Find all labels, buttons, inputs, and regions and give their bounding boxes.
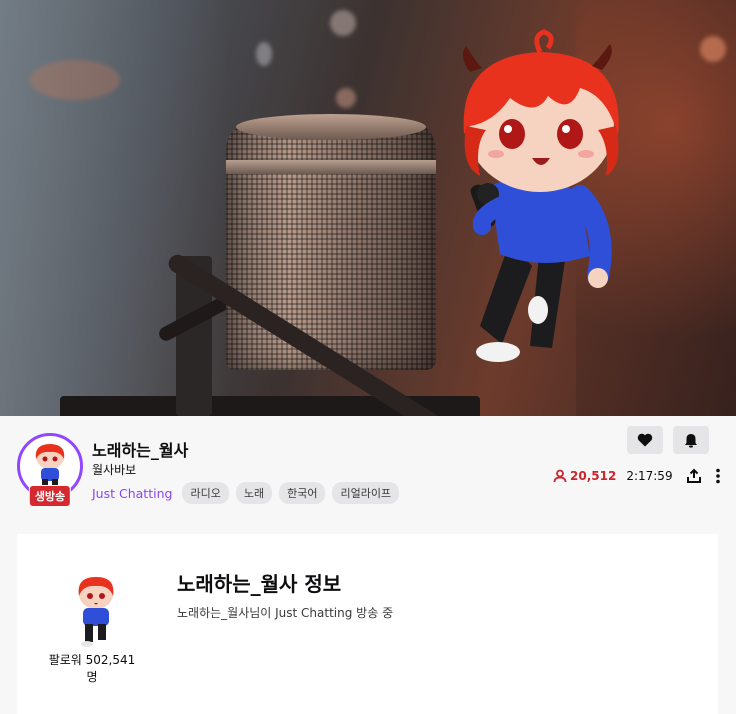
tag-korean[interactable]: 한국어 (279, 482, 326, 504)
about-avatar-image (78, 577, 114, 647)
notification-button[interactable] (673, 426, 709, 454)
stream-meta-row: Just Chatting 라디오 노래 한국어 리얼라이프 (92, 482, 400, 504)
tag-song[interactable]: 노래 (235, 482, 273, 504)
live-badge: 생방송 (28, 485, 72, 507)
bokeh-light (30, 60, 120, 100)
microphone (226, 120, 436, 370)
heart-icon (637, 433, 653, 447)
stream-uptime: 2:17:59 (626, 469, 673, 483)
share-icon (686, 468, 701, 483)
video-player[interactable] (0, 0, 736, 416)
microphone-top (236, 114, 426, 140)
about-panel: 팔로워 502,541 명 노래하는_월사 정보 노래하는_월사님이 Just … (17, 534, 718, 714)
viewer-count: 20,512 (553, 469, 616, 483)
more-options-button[interactable] (715, 468, 721, 484)
viewer-count-value: 20,512 (570, 469, 617, 483)
stream-stats: 20,512 2:17:59 (553, 468, 721, 484)
more-vertical-icon (715, 468, 720, 484)
bokeh-light (330, 10, 356, 36)
person-icon (553, 469, 567, 483)
tag-irl[interactable]: 리얼라이프 (332, 482, 400, 504)
streamer-avatar-art (462, 29, 619, 362)
share-button[interactable] (686, 468, 702, 484)
stream-title: 노래하는_월사 (92, 441, 189, 460)
tag-radio[interactable]: 라디오 (182, 482, 229, 504)
channel-avatar[interactable]: 생방송 (17, 433, 83, 507)
microphone-band (226, 160, 436, 174)
channel-info-bar: 생방송 노래하는_월사 월사바보 Just Chatting 라디오 노래 한국… (0, 416, 736, 534)
avatar-image (35, 444, 65, 489)
bokeh-light (256, 42, 272, 66)
about-subtitle: 노래하는_월사님이 Just Chatting 방송 중 (177, 606, 394, 620)
about-title: 노래하는_월사 정보 (177, 572, 342, 596)
bokeh-light (700, 36, 726, 62)
bokeh-light (336, 88, 356, 108)
follower-count: 팔로워 502,541 명 (48, 653, 136, 684)
bell-icon (685, 433, 697, 447)
category-link[interactable]: Just Chatting (92, 486, 172, 501)
channel-name-link[interactable]: 월사바보 (92, 461, 136, 478)
follow-button[interactable] (627, 426, 663, 454)
